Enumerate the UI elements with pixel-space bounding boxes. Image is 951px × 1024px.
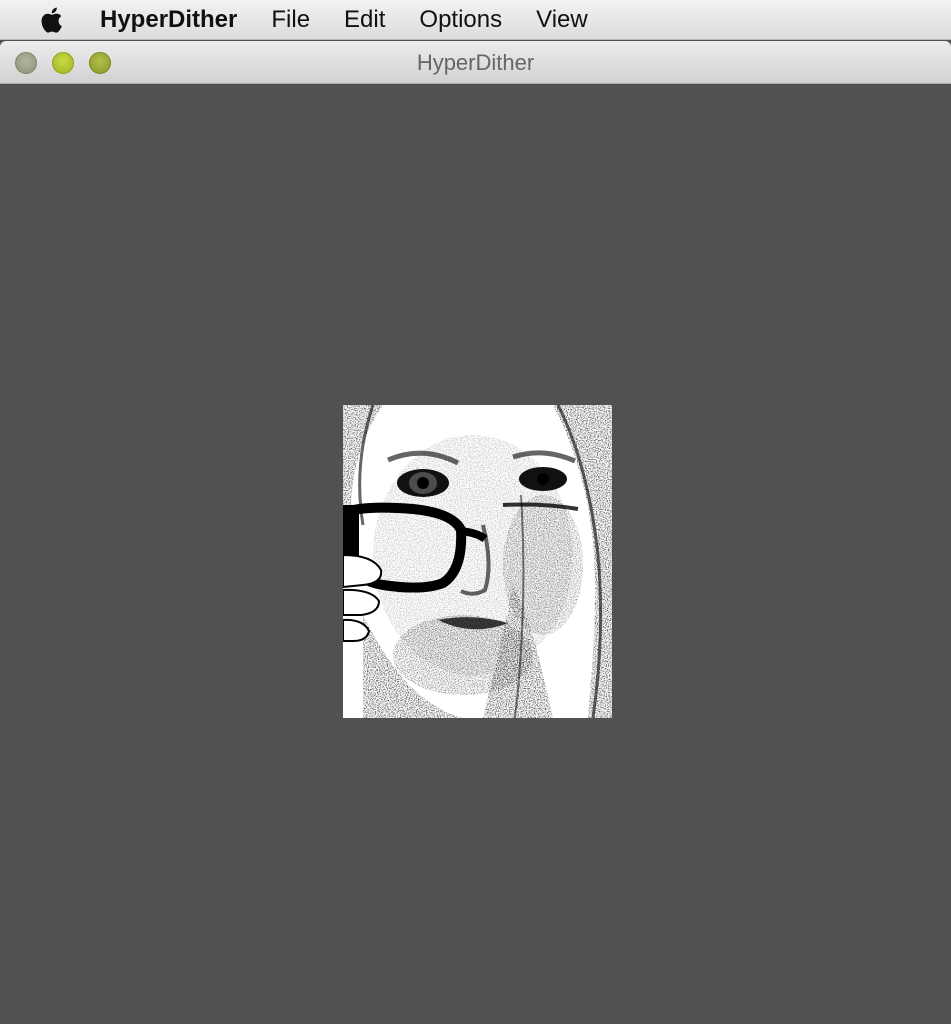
- dithered-portrait-image: [343, 405, 612, 718]
- menu-view[interactable]: View: [536, 0, 588, 40]
- menu-file[interactable]: File: [271, 0, 310, 40]
- menu-bar: HyperDither File Edit Options View: [0, 0, 951, 40]
- apple-logo-icon[interactable]: [37, 4, 65, 36]
- menu-app-name[interactable]: HyperDither: [100, 0, 237, 40]
- canvas-area: [0, 84, 951, 1024]
- menu-edit[interactable]: Edit: [344, 0, 385, 40]
- window-titlebar[interactable]: HyperDither: [0, 41, 951, 84]
- menu-options[interactable]: Options: [419, 0, 502, 40]
- window-title: HyperDither: [416, 50, 535, 75]
